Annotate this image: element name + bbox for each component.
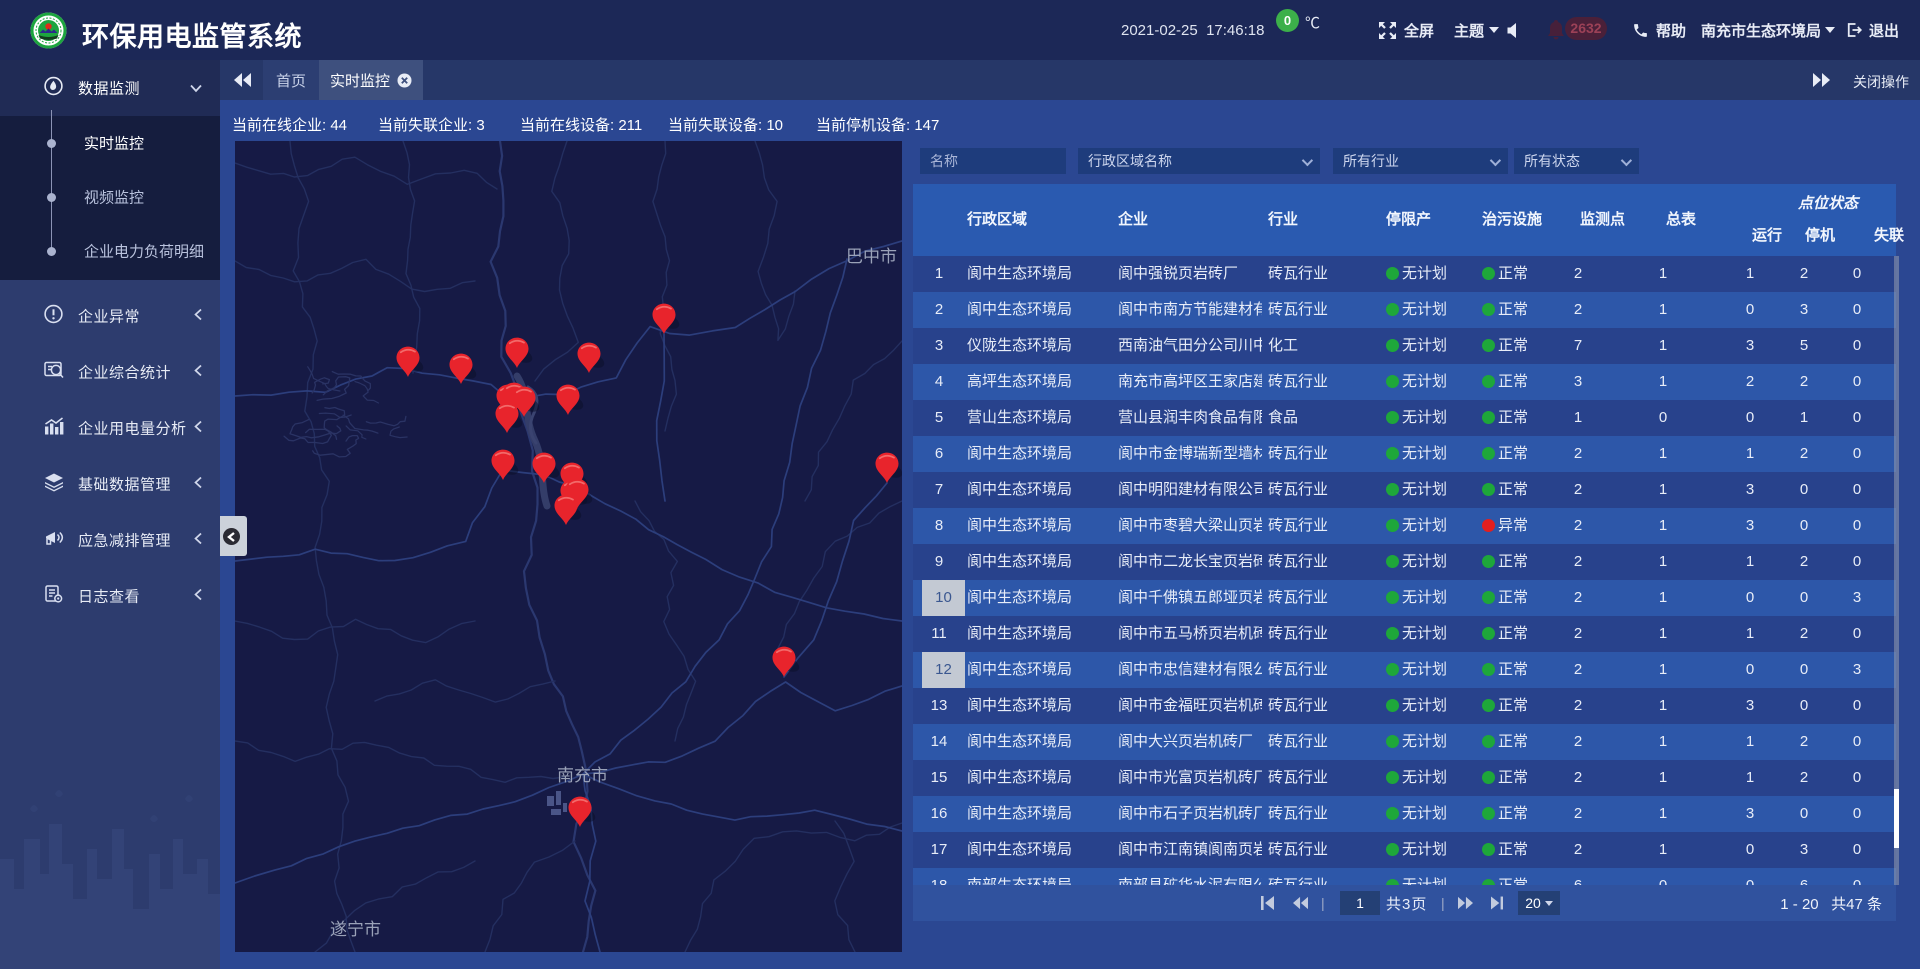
- svg-text:巴中市: 巴中市: [846, 247, 897, 266]
- svg-text:南充市: 南充市: [557, 766, 608, 785]
- svg-text:遂宁市: 遂宁市: [330, 920, 381, 939]
